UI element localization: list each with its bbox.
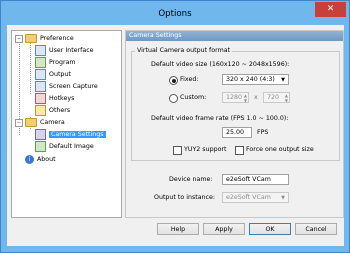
force-one-size-checkbox[interactable] <box>235 146 244 155</box>
custom-label: Custom: <box>180 94 207 101</box>
dialog-client: − Preference User Interface Program Outp… <box>7 25 344 246</box>
camera-settings-panel: Camera Settings Virtual Camera output fo… <box>125 30 344 218</box>
chevron-down-icon: ▼ <box>281 195 285 201</box>
device-name-value: e2eSoft VCam <box>226 176 271 183</box>
options-tree[interactable]: − Preference User Interface Program Outp… <box>11 30 122 218</box>
fixed-size-value: 320 x 240 (4:3) <box>226 76 275 83</box>
fixed-label: Fixed: <box>180 76 199 83</box>
group-title: Virtual Camera output format <box>135 47 233 54</box>
camera-settings-icon <box>35 129 46 140</box>
close-button[interactable]: ✕ <box>315 2 346 17</box>
spinner-icon: ▲ ▼ <box>243 93 247 103</box>
folder-icon <box>25 34 37 43</box>
fps-unit-label: FPS <box>257 129 269 136</box>
info-icon: i <box>25 155 34 164</box>
frame-rate-label: Default video frame rate (FPS 1.0 ~ 100.… <box>151 115 289 122</box>
folder-icon <box>25 118 37 127</box>
user-interface-icon <box>35 45 46 56</box>
tree-label: Camera Settings <box>49 131 106 138</box>
tree-item-program[interactable]: Program <box>35 57 76 68</box>
tree-label: About <box>37 156 56 163</box>
tree-item-about[interactable]: i About <box>25 154 56 165</box>
tree-item-hotkeys[interactable]: Hotkeys <box>35 93 74 104</box>
force-one-size-label: Force one output size <box>246 146 314 153</box>
video-size-label: Default video size (160x120 ~ 2048x1596)… <box>151 61 290 68</box>
custom-height-value: 720 <box>267 94 280 101</box>
device-name-label: Device name: <box>169 176 213 183</box>
tree-item-camera[interactable]: − Camera <box>15 117 65 128</box>
tree-label: Program <box>49 59 76 66</box>
cancel-button[interactable]: Cancel <box>295 223 337 235</box>
custom-width-value: 1280 <box>226 94 243 101</box>
options-window: Options ✕ − Preference User Interface Pr… <box>0 0 350 253</box>
tree-label: Camera <box>40 119 65 126</box>
output-instance-label: Output to instance: <box>154 194 215 201</box>
tree-label: Screen Capture <box>49 83 98 90</box>
ok-button[interactable]: OK <box>249 223 291 235</box>
tree-item-preference[interactable]: − Preference <box>15 33 74 44</box>
fixed-size-select[interactable]: 320 x 240 (4:3) ▼ <box>222 74 289 85</box>
output-format-group: Virtual Camera output format Default vid… <box>131 47 340 161</box>
tree-label: User Interface <box>49 47 94 54</box>
frame-rate-input[interactable]: 25.00 <box>222 127 252 138</box>
tree-item-camera-settings[interactable]: Camera Settings <box>35 129 106 140</box>
times-label: x <box>254 94 258 101</box>
yuy2-checkbox[interactable] <box>173 146 182 155</box>
window-title: Options <box>158 9 192 19</box>
tree-item-user-interface[interactable]: User Interface <box>35 45 94 56</box>
panel-header: Camera Settings <box>126 31 343 41</box>
custom-height-input[interactable]: 720 ▲ ▼ <box>263 92 290 103</box>
yuy2-label: YUY2 support <box>184 146 227 153</box>
radio-dot <box>171 78 176 83</box>
fixed-radio[interactable] <box>169 76 178 85</box>
hotkeys-icon <box>35 93 46 104</box>
tree-label: Preference <box>40 35 74 42</box>
custom-width-input[interactable]: 1280 ▲ ▼ <box>222 92 249 103</box>
tree-label: Others <box>49 107 71 114</box>
others-icon <box>35 105 46 116</box>
help-button[interactable]: Help <box>157 223 199 235</box>
output-instance-value: e2eSoft VCam <box>226 194 271 201</box>
chevron-down-icon: ▼ <box>281 77 285 83</box>
tree-label: Default Image <box>49 143 94 150</box>
tree-item-default-image[interactable]: Default Image <box>35 141 94 152</box>
frame-rate-value: 25.00 <box>226 129 245 136</box>
custom-radio[interactable] <box>169 94 178 103</box>
collapse-icon[interactable]: − <box>15 118 23 127</box>
tree-label: Output <box>49 71 71 78</box>
tree-line <box>30 40 31 94</box>
device-name-input[interactable]: e2eSoft VCam <box>222 174 289 185</box>
collapse-icon[interactable]: − <box>15 34 23 43</box>
tree-item-output[interactable]: Output <box>35 69 71 80</box>
screen-capture-icon <box>35 81 46 92</box>
program-icon <box>35 57 46 68</box>
tree-item-others[interactable]: Others <box>35 105 70 116</box>
tree-label: Hotkeys <box>49 95 75 102</box>
output-instance-select[interactable]: e2eSoft VCam ▼ <box>222 192 289 203</box>
default-image-icon <box>35 141 46 152</box>
tree-item-screen-capture[interactable]: Screen Capture <box>35 81 98 92</box>
spinner-icon: ▲ ▼ <box>284 93 288 103</box>
apply-button[interactable]: Apply <box>203 223 245 235</box>
output-icon <box>35 69 46 80</box>
